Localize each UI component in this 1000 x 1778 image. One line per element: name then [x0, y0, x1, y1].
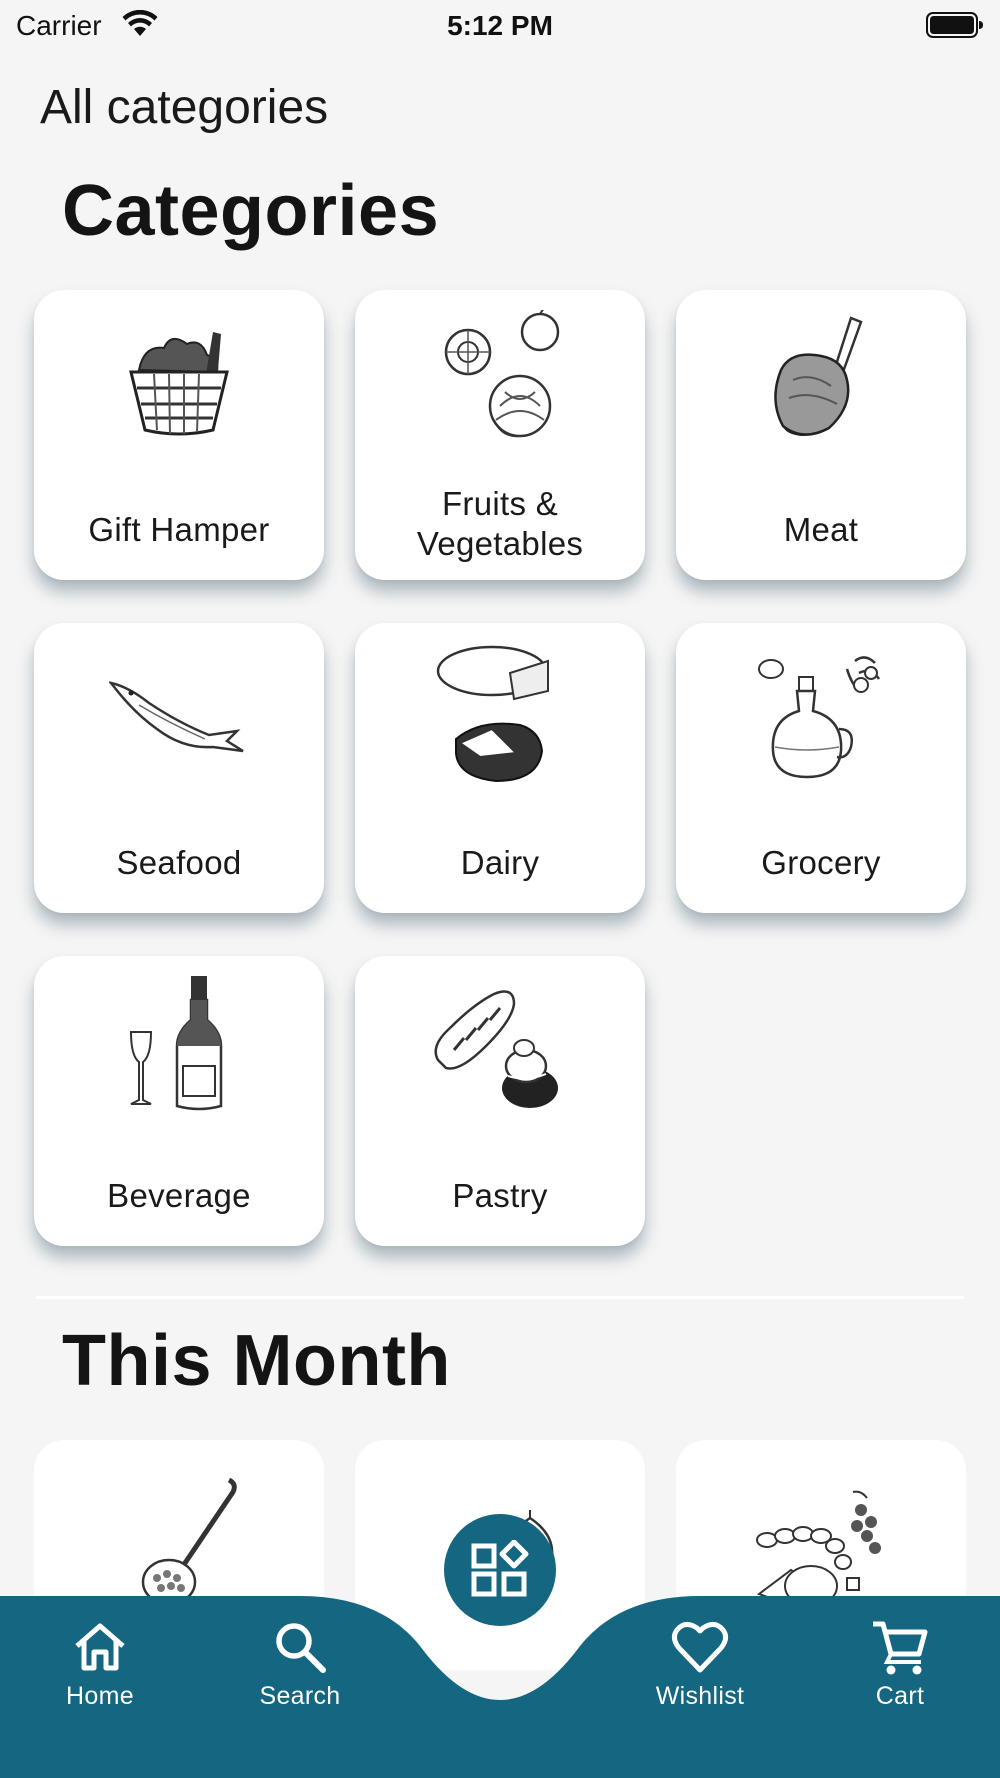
- category-card-meat[interactable]: Meat: [676, 290, 966, 580]
- home-icon: [75, 1623, 125, 1671]
- search-icon: [276, 1623, 326, 1673]
- champagne-icon: [129, 976, 223, 1111]
- tab-label: Cart: [875, 1682, 925, 1710]
- category-card-fruits-vegetables[interactable]: Fruits & Vegetables: [355, 290, 645, 580]
- categories-icon: [471, 1540, 529, 1597]
- category-card-gift-hamper[interactable]: Gift Hamper: [34, 290, 324, 580]
- status-bar: Carrier 5:12 PM: [0, 0, 1000, 52]
- category-label: Gift Hamper: [88, 511, 270, 548]
- battery-icon: [926, 12, 983, 38]
- tab-wishlist[interactable]: Wishlist: [630, 1616, 770, 1726]
- tab-label: Search: [259, 1682, 341, 1710]
- this-month-heading: This Month: [62, 1321, 451, 1401]
- category-label: Dairy: [460, 844, 540, 881]
- meat-icon: [774, 316, 863, 436]
- section-divider: [36, 1296, 964, 1299]
- categories-heading: Categories: [62, 171, 440, 251]
- category-label: Meat: [783, 511, 859, 548]
- category-label: Pastry: [452, 1177, 548, 1214]
- category-card-seafood[interactable]: Seafood: [34, 623, 324, 913]
- clock: 5:12 PM: [447, 10, 553, 41]
- heart-icon: [671, 1622, 729, 1673]
- tab-search[interactable]: Search: [230, 1616, 370, 1726]
- sausage-cheese-icon: [756, 1490, 881, 1607]
- category-label: Seafood: [116, 844, 242, 881]
- category-card-pastry[interactable]: Pastry: [355, 956, 645, 1246]
- fish-icon: [109, 681, 244, 753]
- category-label: Beverage: [107, 1177, 251, 1214]
- bread-pastry-icon: [434, 990, 558, 1108]
- category-label: Fruits & Vegetables: [416, 485, 584, 562]
- tab-label: Home: [66, 1682, 134, 1710]
- tab-home[interactable]: Home: [30, 1616, 170, 1726]
- cheese-icon: [436, 645, 549, 783]
- tab-cart[interactable]: Cart: [830, 1616, 970, 1726]
- gift-basket-icon: [129, 332, 229, 436]
- category-label: Grocery: [761, 844, 881, 881]
- categories-fab-button[interactable]: [444, 1514, 556, 1626]
- category-card-dairy[interactable]: Dairy: [355, 623, 645, 913]
- fruits-vegetables-icon: [444, 310, 560, 438]
- category-card-beverage[interactable]: Beverage: [34, 956, 324, 1246]
- caviar-spoon-icon: [141, 1477, 237, 1606]
- oil-bottle-icon: [758, 656, 881, 779]
- tab-label: Wishlist: [655, 1682, 745, 1710]
- category-card-grocery[interactable]: Grocery: [676, 623, 966, 913]
- page-title: All categories: [40, 81, 329, 134]
- cart-icon: [873, 1621, 928, 1675]
